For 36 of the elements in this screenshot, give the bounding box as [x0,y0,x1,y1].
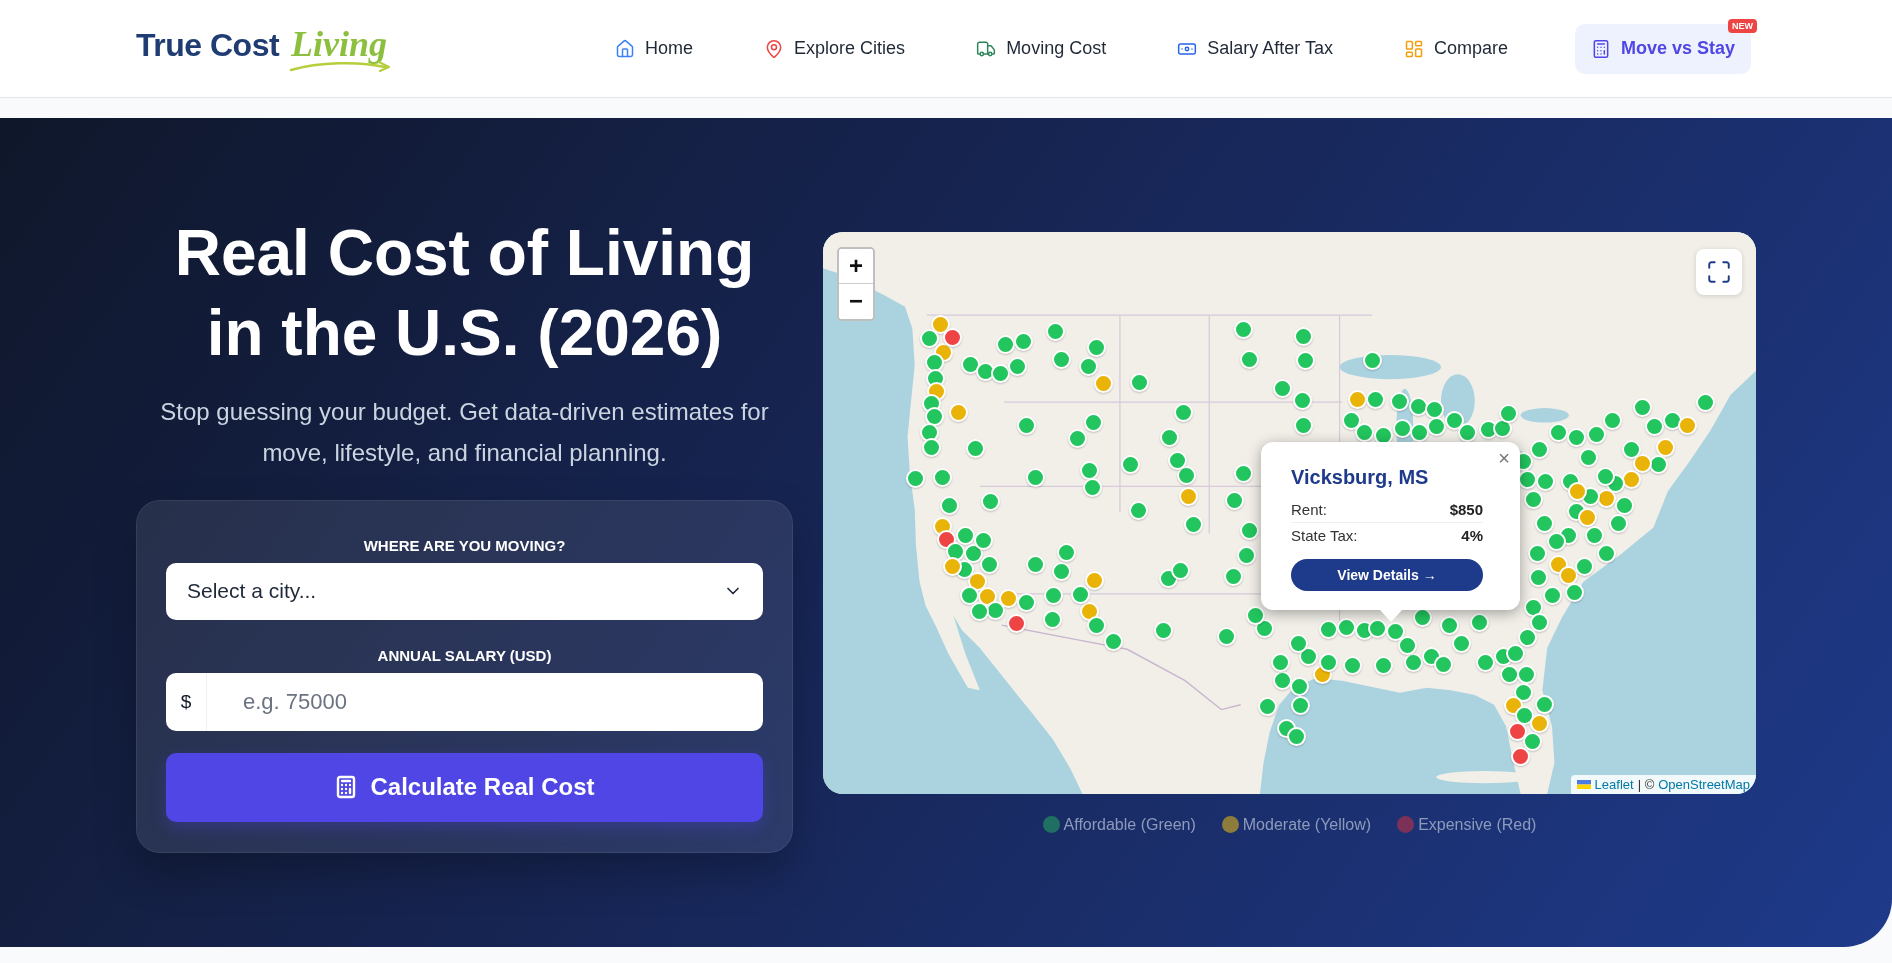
field-label: WHERE ARE YOU MOVING? [363,536,566,555]
calculate-button[interactable]: Calculate Real Cost [166,752,763,822]
field-label: ANNUAL SALARY (USD) [377,646,552,665]
legend-label: Expensive (Red) [1418,815,1537,834]
map-panel[interactable]: + − × Vicksburg, MS Rent: $850 State Tax: 4% View Details → Leaflet | © OpenStreetMap [823,231,1756,794]
legend-label: Moderate (Yellow) [1242,815,1372,834]
layout-grid-icon [1403,38,1424,59]
hero-title: Real Cost of Living in the U.S. (2026) [173,215,756,371]
home-icon [615,38,636,59]
hero-subtitle: Stop guessing your budget. Get data-driven estimates for move, lifestyle, and financial planning. [159,396,770,468]
logo[interactable]: True Cost Living [136,22,394,75]
nav-link[interactable]: Salary After Tax [1173,23,1337,74]
popup-label: State Tax: [1291,527,1358,544]
flag-icon [1576,779,1591,789]
popup-title: Vicksburg, MS [1291,465,1430,489]
new-badge: NEW [1728,18,1757,33]
legend-label: Affordable (Green) [1063,815,1196,834]
fullscreen-button[interactable] [1696,248,1742,295]
nav-link[interactable]: Compare [1399,23,1512,74]
attribution-link[interactable]: OpenStreetMap [1658,776,1750,792]
attribution-text: | © [1637,776,1655,792]
close-button[interactable]: × [1498,447,1510,468]
popup-value: $850 [1449,500,1483,518]
popup-pointer-icon [1380,609,1402,622]
attribution-link[interactable]: Leaflet [1594,776,1634,792]
popup-label: Rent: [1291,500,1327,518]
currency-prefix: $ [166,672,207,731]
popup-value: 4% [1461,527,1483,544]
nav-link[interactable]: Home [611,23,698,74]
nav-link[interactable]: Explore Cities [760,23,910,74]
city-select[interactable]: Select a city... [166,562,763,620]
salary-input[interactable]: e.g. 75000 [207,672,763,731]
view-details-button[interactable]: View Details → [1291,558,1483,591]
zoom-in-button[interactable]: + [839,248,873,284]
fullscreen-icon [1706,258,1732,285]
nav-link[interactable]: Moving Cost [972,23,1111,74]
